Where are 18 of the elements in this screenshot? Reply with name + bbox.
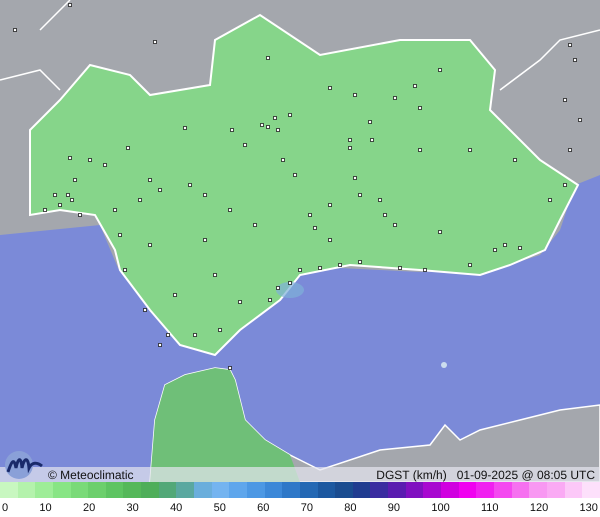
variable-label: DGST (km/h): [376, 468, 447, 482]
scale-label: 100: [431, 502, 450, 514]
wave-logo-icon: [4, 450, 44, 480]
scale-label: 110: [481, 502, 499, 514]
scale-label: 0: [2, 502, 8, 514]
scale-label: 70: [300, 502, 313, 514]
scale-label: 80: [344, 502, 356, 514]
timestamp: 01-09-2025 @ 08:05 UTC: [456, 468, 595, 482]
scale-label: 60: [257, 502, 270, 514]
scale-label: 120: [530, 502, 548, 514]
scale-label: 30: [126, 502, 139, 514]
copyright-text: © Meteoclimatic: [48, 468, 134, 482]
scale-label: 90: [388, 502, 400, 514]
scale-label: 10: [39, 502, 52, 514]
scale-label: 130: [580, 502, 598, 514]
scale-label: 20: [82, 502, 96, 514]
scale-label: 40: [170, 502, 182, 514]
scale-label: 50: [214, 502, 226, 514]
